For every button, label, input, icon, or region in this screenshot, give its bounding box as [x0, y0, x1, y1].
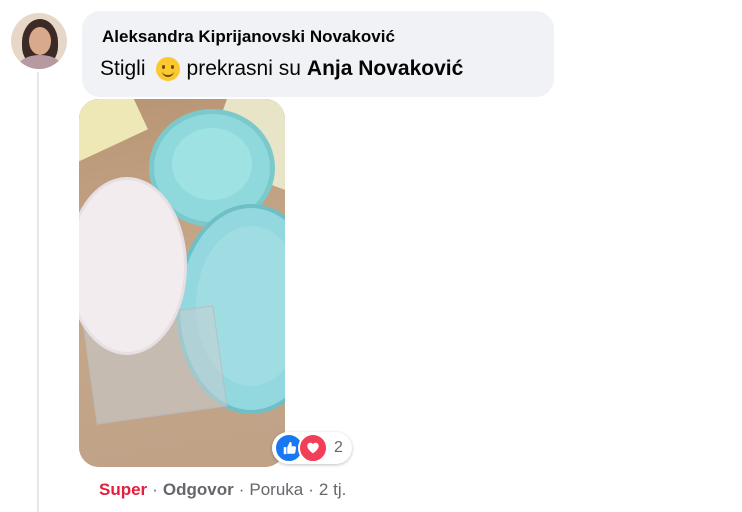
separator: · — [308, 480, 314, 499]
tagged-user-link[interactable]: Anja Novaković — [307, 57, 463, 81]
timestamp[interactable]: 2 tj. — [319, 480, 346, 500]
comment-photo[interactable] — [79, 99, 285, 467]
thread-line — [37, 72, 39, 512]
comment-author[interactable]: Aleksandra Kiprijanovski Novaković — [102, 27, 395, 47]
avatar[interactable] — [11, 13, 67, 69]
reply-button[interactable]: Odgovor — [163, 480, 234, 500]
separator: · — [238, 480, 245, 499]
comment-bubble: Aleksandra Kiprijanovski Novaković Stigl… — [82, 11, 554, 97]
message-button[interactable]: Poruka — [249, 480, 303, 500]
smiley-icon — [155, 57, 180, 81]
avatar-face — [29, 27, 51, 55]
reaction-summary[interactable]: 2 — [272, 432, 352, 464]
separator: · — [152, 480, 158, 499]
comment-text: Stigli prekrasni su Anja Novaković — [100, 57, 463, 81]
super-button[interactable]: Super — [99, 480, 147, 500]
comment-actions: Super · Odgovor · Poruka · 2 tj. — [99, 480, 346, 500]
comment-text-before: Stigli — [100, 57, 146, 80]
love-icon — [298, 433, 328, 463]
comment-text-after: prekrasni su — [186, 57, 301, 80]
reaction-count: 2 — [334, 439, 343, 456]
